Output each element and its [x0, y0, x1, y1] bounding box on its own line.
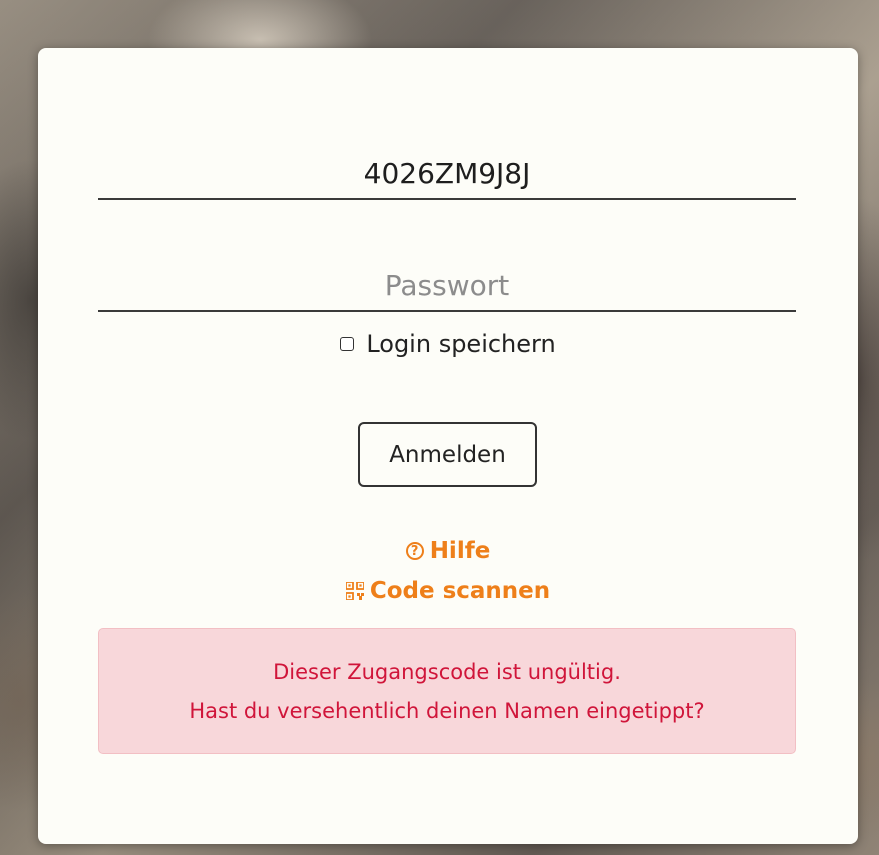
- error-alert: Dieser Zugangscode ist ungültig. Hast du…: [98, 628, 796, 754]
- password-field[interactable]: [98, 260, 796, 312]
- login-button[interactable]: Anmelden: [358, 422, 537, 487]
- login-card: Login speichern Anmelden ? Hilfe Code sc…: [38, 48, 858, 844]
- remember-login[interactable]: Login speichern: [38, 330, 858, 358]
- help-link[interactable]: ? Hilfe: [38, 538, 858, 564]
- password-input[interactable]: [98, 260, 796, 310]
- error-message-line-1: Dieser Zugangscode ist ungültig.: [273, 660, 621, 684]
- remember-login-label[interactable]: Login speichern: [366, 330, 555, 358]
- access-code-input[interactable]: [98, 148, 796, 198]
- help-link-label[interactable]: Hilfe: [430, 538, 491, 564]
- scan-code-link-label[interactable]: Code scannen: [370, 578, 550, 604]
- help-circle-icon: ?: [405, 542, 424, 560]
- scan-code-link[interactable]: Code scannen: [38, 578, 858, 604]
- remember-login-checkbox[interactable]: [340, 337, 355, 351]
- qr-code-icon: [345, 582, 364, 600]
- access-code-field[interactable]: [98, 148, 796, 200]
- error-message-line-2: Hast du versehentlich deinen Namen einge…: [189, 699, 705, 723]
